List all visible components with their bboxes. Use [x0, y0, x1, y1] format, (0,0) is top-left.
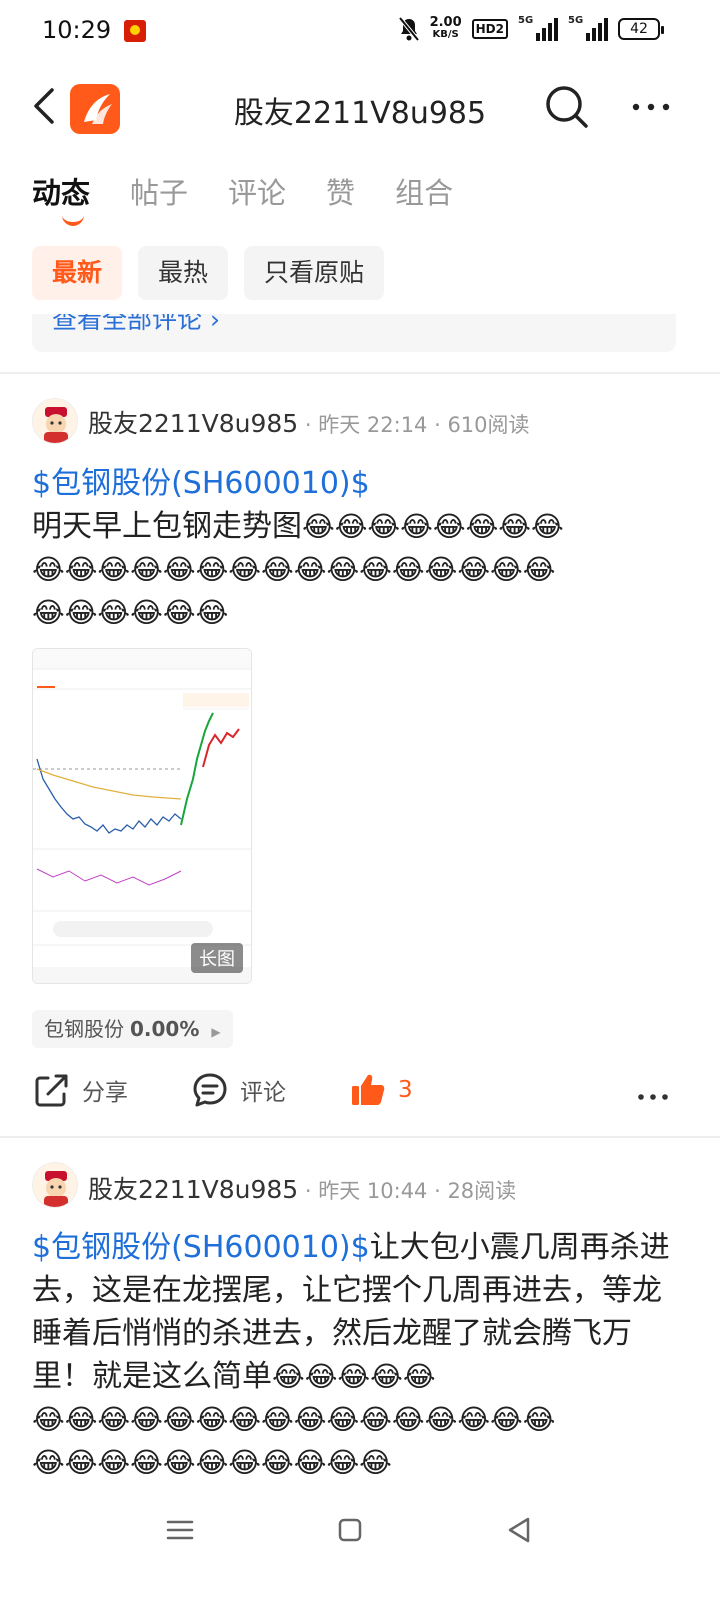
avatar-icon: [33, 1163, 77, 1207]
avatar[interactable]: [32, 398, 78, 444]
net-speed-unit: KB/S: [432, 29, 459, 40]
post-image-thumbnail[interactable]: 长图: [32, 648, 252, 984]
search-icon[interactable]: [544, 84, 590, 130]
comment-button[interactable]: 评论: [192, 1072, 286, 1108]
signal-sim2-icon: 5G: [568, 15, 608, 41]
post-more-icon[interactable]: [636, 1082, 670, 1112]
network-speed: 2.00 KB/S: [429, 15, 462, 41]
system-navigation-bar: [0, 1490, 720, 1600]
comment-label: 评论: [240, 1080, 286, 1106]
stock-chart-screenshot: [33, 649, 251, 983]
avatar-icon: [33, 399, 77, 443]
emoji-row: 😂😂😂😂😂😂😂😂: [302, 510, 564, 543]
stock-quote-chip[interactable]: 包钢股份 0.00% ▶: [32, 1010, 233, 1048]
view-all-comments-label: 查看全部评论 ›: [52, 314, 220, 334]
post-body[interactable]: $包钢股份(SH600010)$让大包小震几周再杀进去，这是在龙摆尾，让它摆个几…: [32, 1226, 682, 1484]
sim2-label: 5G: [568, 15, 584, 26]
tab-likes[interactable]: 赞: [326, 170, 355, 230]
share-button[interactable]: 分享: [34, 1072, 128, 1108]
status-bar: 10:29 2.00 KB/S HD2 5G 5G 42: [0, 0, 720, 64]
share-label: 分享: [82, 1080, 128, 1106]
hd-voice-icon: HD2: [471, 19, 508, 39]
filter-bar: 最新 最热 只看原贴: [32, 246, 385, 300]
status-time: 10:29: [42, 16, 112, 44]
net-speed-value: 2.00: [429, 15, 462, 30]
author-name[interactable]: 股友2211V8u985: [88, 1175, 298, 1204]
like-button[interactable]: 3: [350, 1072, 413, 1108]
stock-link[interactable]: $包钢股份(SH600010)$: [32, 1230, 370, 1265]
emoji-row: 😂😂😂😂😂😂: [32, 596, 229, 629]
post-meta: 股友2211V8u985 · 昨天 10:44 · 28阅读: [88, 1170, 516, 1206]
emoji-row: 😂😂😂😂😂😂😂😂😂😂😂😂😂😂😂😂: [32, 553, 556, 586]
stock-chip-name: 包钢股份: [44, 1017, 124, 1041]
sim1-label: 5G: [518, 15, 534, 26]
view-all-comments[interactable]: 查看全部评论 ›: [32, 314, 676, 352]
post-body[interactable]: $包钢股份(SH600010)$ 明天早上包钢走势图😂😂😂😂😂😂😂😂 😂😂😂😂😂…: [32, 462, 682, 634]
avatar[interactable]: [32, 1162, 78, 1208]
stock-link[interactable]: $包钢股份(SH600010)$: [32, 466, 370, 501]
tab-dynamics[interactable]: 动态: [32, 170, 90, 230]
filter-hot[interactable]: 最热: [138, 246, 229, 300]
top-nav-bar: 股友2211V8u985: [0, 64, 720, 150]
tab-comments[interactable]: 评论: [228, 170, 286, 230]
thumbs-up-icon: [352, 1074, 385, 1105]
tab-portfolio[interactable]: 组合: [395, 170, 453, 230]
post-time-reads: · 昨天 10:44 · 28阅读: [298, 1179, 517, 1203]
stock-chip-change: 0.00%: [130, 1017, 200, 1041]
long-image-tag: 长图: [191, 943, 243, 973]
post-card: 股友2211V8u985 · 昨天 10:44 · 28阅读 $包钢股份(SH6…: [0, 1138, 720, 1490]
post-actions: 分享 评论 3: [0, 1072, 720, 1122]
tab-posts[interactable]: 帖子: [130, 170, 188, 230]
profile-tabs: 动态 帖子 评论 赞 组合: [32, 170, 453, 230]
signal-sim1-icon: 5G: [518, 15, 558, 41]
filter-original-only[interactable]: 只看原贴: [244, 246, 385, 300]
notification-app-icon: [124, 20, 146, 42]
more-options-icon[interactable]: [630, 92, 672, 122]
post-meta: 股友2211V8u985 · 昨天 22:14 · 610阅读: [88, 404, 530, 440]
back-icon[interactable]: [500, 1510, 540, 1550]
author-name[interactable]: 股友2211V8u985: [88, 409, 298, 438]
emoji-row: 😂😂😂😂😂😂😂😂😂😂😂: [32, 1446, 392, 1479]
post-card: 股友2211V8u985 · 昨天 22:14 · 610阅读 $包钢股份(SH…: [0, 372, 720, 1138]
comment-icon: [193, 1073, 227, 1107]
like-count: 3: [398, 1077, 413, 1103]
battery-icon: 42: [618, 18, 664, 40]
share-icon: [35, 1074, 68, 1107]
post-time-reads: · 昨天 22:14 · 610阅读: [298, 413, 530, 437]
emoji-row: 😂😂😂😂😂: [272, 1360, 436, 1393]
mute-bell-icon: [398, 16, 420, 42]
menu-icon[interactable]: [160, 1510, 200, 1550]
post-text: 明天早上包钢走势图: [32, 509, 302, 544]
home-icon[interactable]: [330, 1510, 370, 1550]
filter-latest[interactable]: 最新: [32, 246, 123, 300]
page-title: 股友2211V8u985: [233, 96, 487, 131]
chevron-right-icon: ▶: [211, 1025, 221, 1039]
emoji-row: 😂😂😂😂😂😂😂😂😂😂😂😂😂😂😂😂: [32, 1403, 556, 1436]
